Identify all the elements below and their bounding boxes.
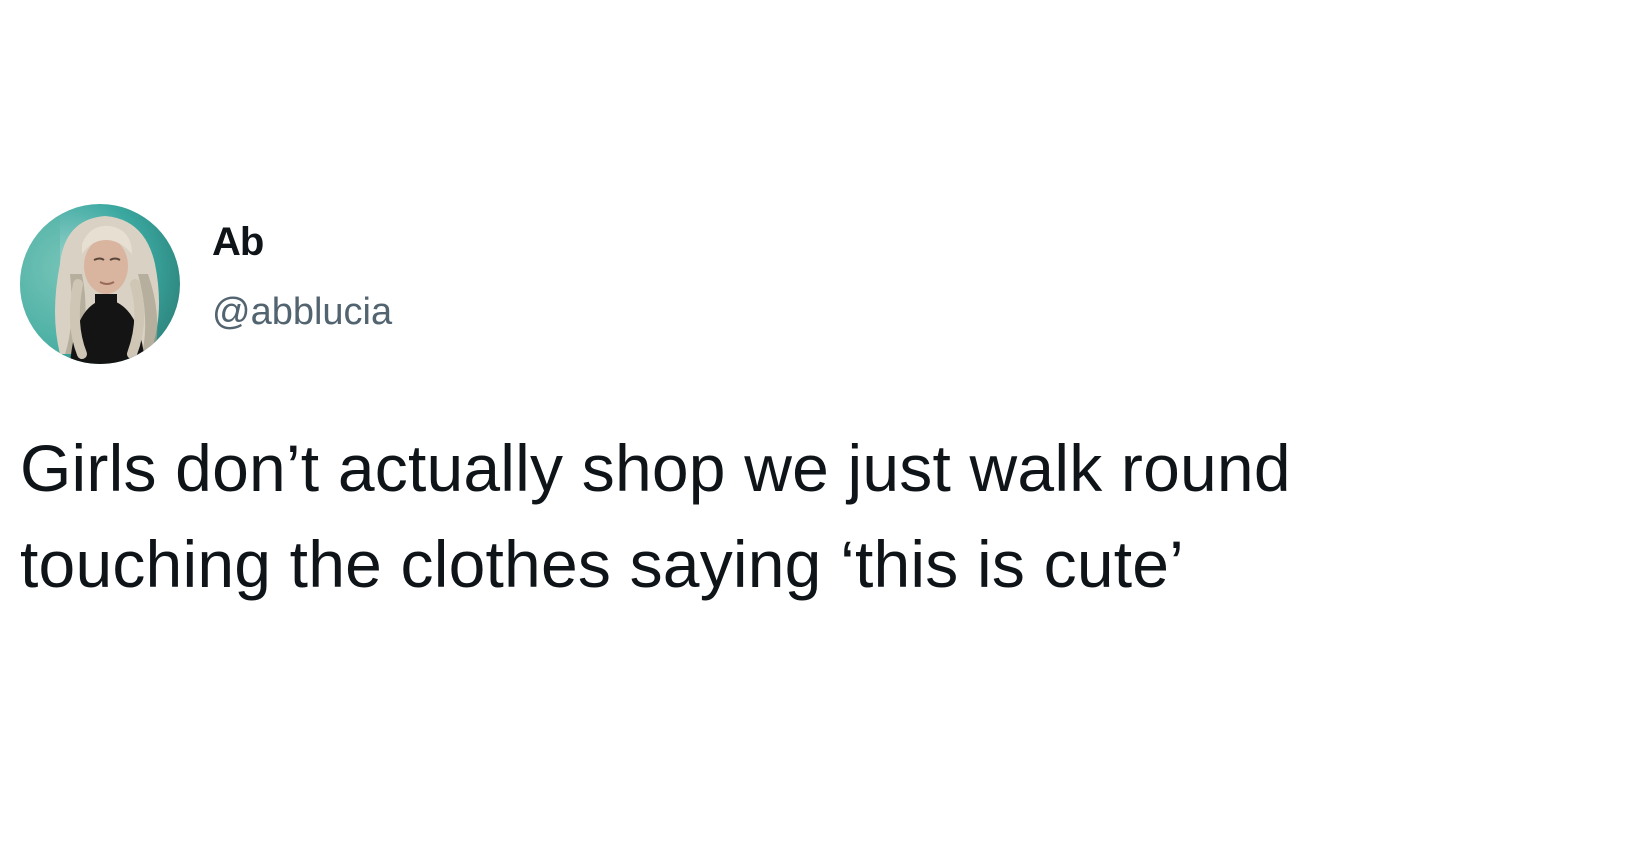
author-display-name[interactable]: Ab: [212, 222, 264, 262]
author-avatar[interactable]: [20, 204, 180, 364]
tweet-text-line: Girls don’t actually shop we just walk r…: [20, 431, 1291, 505]
tweet-card: Ab @abblucia Girls don’t actually shop w…: [0, 0, 1641, 856]
tweet-text: Girls don’t actually shop we just walk r…: [20, 420, 1600, 612]
tweet-text-line: touching the clothes saying ‘this is cut…: [20, 527, 1185, 601]
avatar-photo: [20, 204, 180, 364]
author-handle[interactable]: @abblucia: [212, 293, 392, 331]
